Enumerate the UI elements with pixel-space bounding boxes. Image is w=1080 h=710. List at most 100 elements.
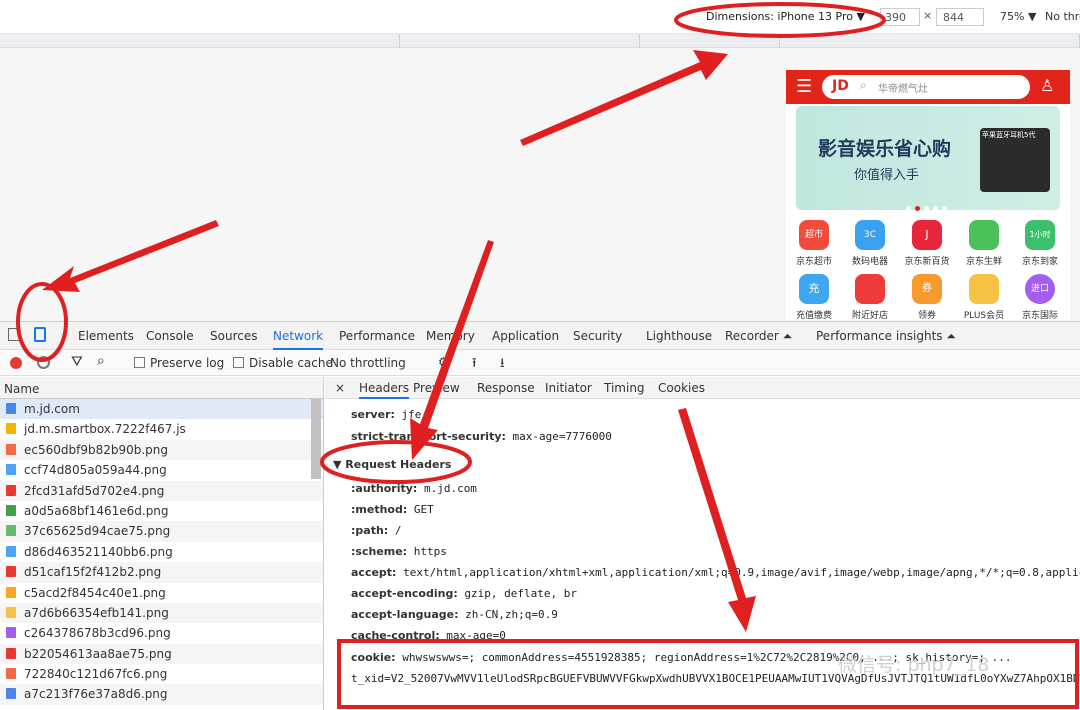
tab-elements[interactable]: Elements: [78, 329, 134, 343]
request-row[interactable]: c264378678b3cd96.png: [0, 623, 323, 643]
tab-security[interactable]: Security: [573, 329, 622, 343]
category-item[interactable]: 券领券: [899, 274, 955, 320]
request-rows: m.jd.com jd.m.smartbox.7222f467.js ec560…: [0, 399, 323, 705]
tab-headers[interactable]: Headers: [359, 381, 409, 399]
request-headers-toggle[interactable]: ▼ Request Headers: [333, 458, 451, 471]
category-label: 数码电器: [851, 257, 888, 267]
search-bar[interactable]: JD ⌕ 华帝燃气灶: [822, 75, 1030, 99]
category-label: 京东超市: [795, 257, 832, 267]
device-toolbar: Dimensions: iPhone 13 Pro ▼ 390 × 844 75…: [0, 0, 1080, 34]
ruler-seg[interactable]: [640, 34, 780, 48]
tab-initiator[interactable]: Initiator: [545, 381, 592, 395]
tab-performance[interactable]: Performance: [339, 329, 415, 343]
request-row[interactable]: 37c65625d94cae75.png: [0, 521, 323, 542]
request-row[interactable]: jd.m.smartbox.7222f467.js: [0, 419, 323, 439]
request-list: Name m.jd.com jd.m.smartbox.7222f467.js …: [0, 377, 324, 710]
request-name: c264378678b3cd96.png: [24, 626, 171, 641]
category-label: 领券: [917, 311, 936, 320]
media-query-ruler[interactable]: [0, 34, 1080, 48]
tab-console[interactable]: Console: [146, 329, 194, 343]
request-name: d86d463521140bb6.png: [24, 544, 173, 559]
request-name: ec560dbf9b82b90b.png: [24, 442, 169, 457]
preserve-log-checkbox[interactable]: Preserve log: [134, 356, 224, 370]
tab-response[interactable]: Response: [477, 381, 535, 395]
ruler-seg[interactable]: [0, 34, 400, 48]
category-item[interactable]: PLUS会员: [956, 274, 1012, 320]
tab-application[interactable]: Application: [492, 329, 559, 343]
category-item[interactable]: 1小时 京东到家: [1012, 220, 1068, 267]
record-icon[interactable]: [10, 357, 22, 369]
request-row[interactable]: ccf74d805a059a44.png: [0, 460, 323, 480]
device-toggle-icon[interactable]: [34, 327, 46, 342]
category-label: 京东新百货: [904, 257, 950, 267]
tab-sources[interactable]: Sources: [210, 329, 257, 343]
request-row[interactable]: c5acd2f8454c40e1.png: [0, 583, 323, 603]
device-dimensions-dropdown[interactable]: Dimensions: iPhone 13 Pro ▼: [706, 10, 865, 23]
international-icon: 进口: [1025, 274, 1055, 304]
filter-icon[interactable]: ⛛: [71, 354, 83, 370]
throttle-dropdown[interactable]: No thro: [1045, 10, 1080, 23]
header-row: strict-transport-security: max-age=77760…: [351, 430, 612, 443]
scrollbar[interactable]: [311, 399, 321, 479]
tab-preview[interactable]: Preview: [413, 381, 460, 395]
category-item[interactable]: 3C 数码电器: [842, 220, 898, 267]
export-har-icon[interactable]: ⭳: [500, 354, 505, 376]
close-icon[interactable]: ×: [335, 381, 345, 395]
tab-timing[interactable]: Timing: [604, 381, 645, 395]
promo-banner[interactable]: 影音娱乐省心购 你值得入手 苹果蓝牙耳机5代: [796, 106, 1060, 210]
request-row[interactable]: a0d5a68bf1461e6d.png: [0, 501, 323, 521]
image-icon: [6, 504, 16, 516]
name-column-header[interactable]: Name: [0, 377, 323, 399]
network-conditions-icon[interactable]: ⚙: [438, 355, 449, 369]
request-name: 37c65625d94cae75.png: [24, 524, 171, 539]
fresh-icon: [969, 220, 999, 250]
category-item[interactable]: 京东生鲜: [956, 220, 1012, 267]
inspect-element-icon[interactable]: [8, 328, 20, 341]
tab-lighthouse[interactable]: Lighthouse: [646, 329, 712, 343]
wechat-watermark: 微信号: php7_18: [838, 654, 990, 676]
ruler-seg[interactable]: [400, 34, 640, 48]
ruler-seg[interactable]: [780, 34, 1080, 48]
banner-subtitle: 你值得入手: [854, 168, 920, 183]
request-row[interactable]: ec560dbf9b82b90b.png: [0, 439, 323, 461]
request-row[interactable]: a7d6b66354efb141.png: [0, 602, 323, 624]
image-icon: [6, 688, 16, 700]
request-row[interactable]: a7c213f76e37a8d6.png: [0, 684, 323, 705]
banner-badge: 苹果蓝牙耳机5代: [982, 131, 1036, 139]
request-row[interactable]: m.jd.com: [0, 399, 323, 420]
supermarket-icon: 超市: [799, 220, 829, 250]
tab-cookies[interactable]: Cookies: [658, 381, 705, 395]
request-row[interactable]: 722840c121d67fc6.png: [0, 664, 323, 684]
height-input[interactable]: 844: [936, 8, 984, 26]
tab-recorder[interactable]: Recorder ⏶: [725, 329, 792, 344]
zoom-dropdown[interactable]: 75% ▼: [1000, 10, 1036, 23]
header-row: :path: /: [351, 524, 402, 537]
request-name: b22054613aa8ae75.png: [24, 646, 172, 661]
category-item[interactable]: 附近好店: [842, 274, 898, 320]
clear-icon[interactable]: [37, 356, 50, 369]
request-name: ccf74d805a059a44.png: [24, 463, 167, 478]
request-row[interactable]: d86d463521140bb6.png: [0, 542, 323, 562]
width-input[interactable]: 390: [880, 8, 920, 26]
category-item[interactable]: 充充值缴费: [786, 274, 842, 320]
tab-memory[interactable]: Memory: [426, 329, 475, 343]
category-label: 京东到家: [1021, 257, 1058, 267]
request-row[interactable]: b22054613aa8ae75.png: [0, 643, 323, 665]
throttling-select[interactable]: No throttling: [330, 356, 406, 370]
category-item[interactable]: 进口 京东国际: [1012, 274, 1068, 320]
category-item[interactable]: 超市 京东超市: [786, 220, 842, 267]
disable-cache-checkbox[interactable]: Disable cache: [233, 356, 333, 370]
carousel-dots[interactable]: [904, 200, 949, 214]
import-har-icon[interactable]: ⭱: [472, 354, 477, 376]
digital-icon: 3C: [855, 220, 885, 250]
request-row[interactable]: d51caf15f2f412b2.png: [0, 562, 323, 583]
menu-icon[interactable]: ☰: [796, 76, 812, 97]
tab-network[interactable]: Network: [273, 329, 324, 350]
banner-title: 影音娱乐省心购: [818, 138, 952, 160]
header-row: :authority: m.jd.com: [351, 482, 477, 495]
category-item[interactable]: J 京东新百货: [899, 220, 955, 267]
tab-performance-insights[interactable]: Performance insights ⏶: [816, 329, 956, 344]
user-icon[interactable]: ♙: [1040, 76, 1054, 95]
search-icon[interactable]: ⌕: [97, 353, 105, 369]
request-row[interactable]: 2fcd31afd5d702e4.png: [0, 480, 323, 501]
